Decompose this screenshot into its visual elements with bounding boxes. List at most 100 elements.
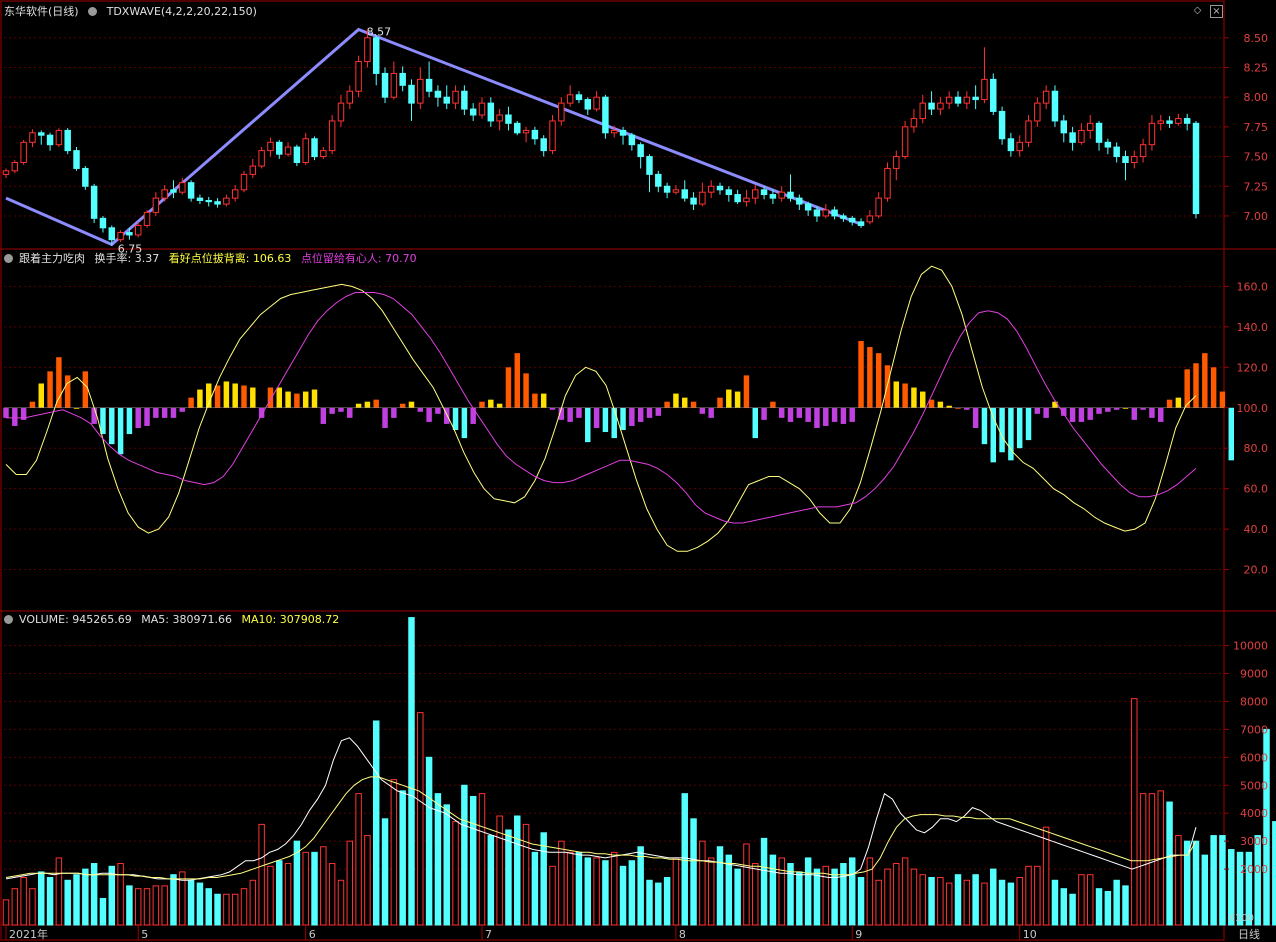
candle-body — [126, 232, 133, 236]
candle-body — [1069, 132, 1076, 143]
volume-bar — [734, 868, 741, 926]
candle-body — [1086, 122, 1094, 131]
candle-body — [1148, 122, 1156, 146]
x-tick-label: 9 — [855, 928, 862, 941]
candle-body — [408, 84, 415, 104]
dropdown-circle-icon[interactable] — [88, 7, 98, 16]
osc-bar — [179, 407, 186, 412]
osc-bar — [726, 389, 732, 408]
candle-body — [29, 132, 36, 143]
osc-tick-label: 160.0 — [1237, 280, 1269, 293]
vol-tick-label: 10000 — [1233, 640, 1268, 653]
candle-body — [152, 197, 160, 213]
osc-bar — [549, 407, 556, 410]
candle-body — [1122, 156, 1129, 163]
candle-body — [866, 215, 874, 223]
osc-bar — [311, 389, 318, 408]
axis-layer: 8.50 8.25 8.00 7.75 7.50 7.25 7.00 160.0 140.0 12… — [5, 32, 1269, 941]
candle-body — [981, 78, 988, 101]
osc-title[interactable]: 跟着主力吃肉 — [19, 252, 85, 265]
volume-bar — [1139, 793, 1147, 926]
volume-bar — [558, 840, 565, 926]
osc-bar — [734, 391, 741, 408]
volume-bar — [787, 863, 794, 926]
candle-body — [822, 209, 830, 217]
candle-body — [848, 217, 856, 223]
osc-bar — [761, 407, 767, 420]
volume-bar — [954, 874, 962, 926]
osc-bar — [540, 393, 547, 408]
candle-body — [99, 217, 107, 229]
osc-bar — [258, 407, 265, 418]
candle-body — [179, 182, 186, 193]
osc-bar — [823, 407, 829, 426]
osc-bar — [893, 381, 900, 408]
volume-bar — [893, 863, 900, 926]
candle-body — [46, 134, 54, 146]
volume-bar — [884, 868, 891, 926]
volume-bar — [73, 874, 80, 926]
osc-bar — [514, 353, 520, 408]
volume-bar — [1016, 876, 1023, 926]
candle-body — [1078, 129, 1085, 143]
osc-bar — [294, 393, 300, 408]
ma10-label: MA10: 307908.72 — [241, 613, 340, 626]
chart-canvas: 8.576.75 8.50 8.25 8.00 7.75 7.50 7.25 7.00 160… — [0, 0, 1276, 941]
candle-body — [681, 189, 688, 199]
osc-bar — [620, 407, 626, 430]
osc-bar — [479, 401, 485, 408]
volume-bar — [90, 863, 98, 926]
candle-body — [284, 146, 292, 155]
diamond-icon[interactable]: ◇ — [1192, 5, 1203, 16]
main-title: 东华软件(日线) — [4, 5, 79, 18]
volume-bar — [1131, 698, 1138, 926]
volume-bar — [743, 843, 750, 926]
candle-body — [2, 170, 10, 175]
candle-body — [1131, 156, 1138, 163]
candle-body — [1166, 120, 1173, 124]
dropdown-circle-icon[interactable] — [4, 615, 13, 624]
volume-bar — [2, 899, 10, 926]
volume-bar — [205, 888, 212, 926]
volume-bar — [1060, 888, 1068, 926]
volume-bar — [505, 829, 512, 926]
volume-bar — [117, 863, 124, 926]
volume-bar — [981, 882, 988, 926]
price-tick-label: 8.50 — [1244, 32, 1269, 45]
volume-layer — [2, 617, 1276, 926]
osc-bar — [470, 407, 476, 424]
osc-bar — [752, 407, 758, 439]
candle-body — [628, 134, 636, 146]
volume-bar — [848, 857, 856, 926]
volume-bar — [267, 865, 274, 926]
candle-body — [610, 129, 618, 134]
indicator-name[interactable]: TDXWAVE(4,2,2,20,22,150) — [107, 5, 257, 18]
candle-body — [566, 94, 574, 104]
osc-bar — [673, 393, 679, 408]
osc-bar — [1193, 363, 1199, 408]
candle-body — [487, 102, 495, 122]
candle-body — [663, 185, 671, 193]
osc-bar — [593, 407, 600, 428]
volume-bar — [1192, 840, 1200, 926]
candle-body — [505, 114, 512, 124]
osc-bar — [417, 407, 424, 412]
volume-bar — [29, 888, 36, 926]
candle-body — [108, 227, 116, 241]
candle-body — [461, 90, 468, 110]
dropdown-circle-icon[interactable] — [4, 254, 13, 263]
volume-bar — [822, 865, 830, 926]
candle-body — [690, 197, 697, 205]
osc-bar — [920, 391, 926, 408]
close-icon[interactable]: × — [1210, 5, 1223, 18]
candle-body — [646, 156, 653, 175]
volume-bar — [11, 888, 19, 926]
volume-bar — [760, 837, 768, 926]
volume-bar — [566, 851, 574, 926]
osc-bar — [523, 373, 529, 408]
candle-body — [478, 102, 486, 116]
candle-body — [937, 102, 944, 110]
candle-body — [293, 146, 301, 163]
candle-body — [355, 61, 362, 92]
volume-bar — [752, 863, 759, 926]
